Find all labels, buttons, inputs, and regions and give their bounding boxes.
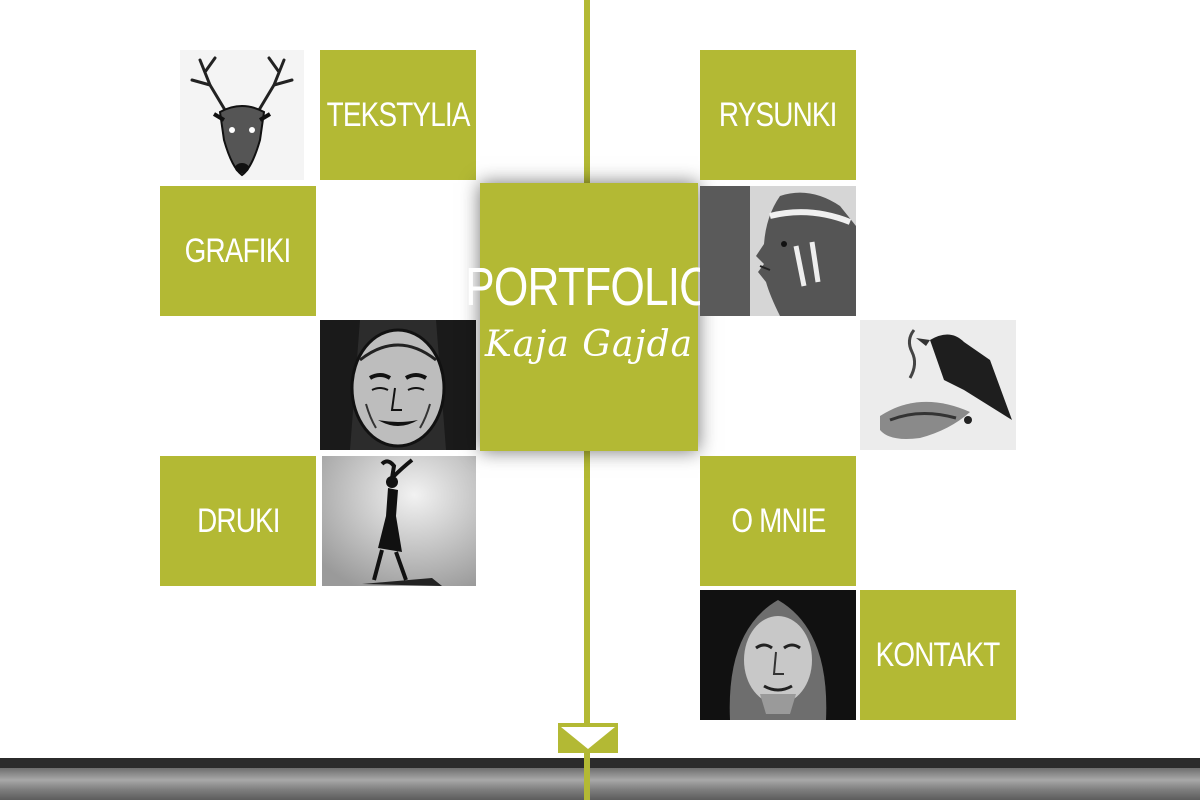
portfolio-title: PORTFOLIO — [465, 256, 714, 317]
nav-druki-label: DRUKI — [196, 501, 280, 540]
nav-grafiki-label: GRAFIKI — [185, 231, 292, 270]
profile-portrait-image — [700, 186, 856, 316]
nav-druki[interactable]: DRUKI — [160, 456, 316, 586]
chevron-down-icon — [561, 727, 615, 749]
portfolio-title-block[interactable]: PORTFOLIO Kaja Gajda — [465, 183, 714, 451]
nav-o-mnie[interactable]: O MNIE — [700, 456, 856, 586]
profile-portrait-thumbnail[interactable] — [700, 186, 856, 316]
nav-grafiki[interactable]: GRAFIKI — [160, 186, 316, 316]
nav-kontakt[interactable]: KONTAKT — [860, 590, 1016, 720]
artist-signature: Kaja Gajda — [484, 323, 694, 365]
nav-tekstylia[interactable]: TEKSTYLIA — [320, 50, 476, 180]
nav-kontakt-label: KONTAKT — [876, 635, 1001, 674]
dancer-thumbnail[interactable] — [322, 456, 476, 586]
hooded-woman-thumbnail[interactable] — [700, 590, 856, 720]
crow-drawing-image — [860, 320, 1016, 450]
nav-tekstylia-label: TEKSTYLIA — [326, 95, 471, 134]
hooded-woman-image — [700, 590, 856, 720]
dancer-photo-image — [322, 456, 476, 586]
deer-drawing-image — [180, 50, 304, 180]
old-woman-thumbnail[interactable] — [320, 320, 476, 450]
deer-drawing-thumbnail[interactable] — [180, 50, 304, 180]
old-woman-drawing-image — [320, 320, 476, 450]
scroll-down-button[interactable] — [558, 723, 618, 753]
footer-vertical-line — [584, 758, 590, 800]
crow-thumbnail[interactable] — [860, 320, 1016, 450]
nav-o-mnie-label: O MNIE — [730, 501, 826, 540]
footer-banner — [0, 758, 1200, 800]
nav-rysunki[interactable]: RYSUNKI — [700, 50, 856, 180]
nav-rysunki-label: RYSUNKI — [719, 95, 838, 134]
